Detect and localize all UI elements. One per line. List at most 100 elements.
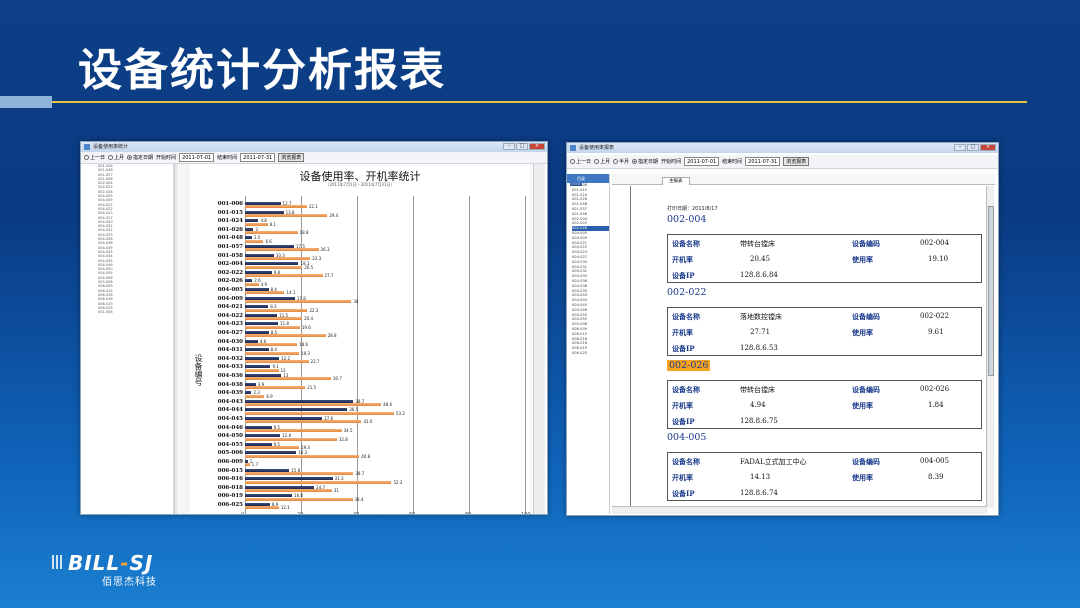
bar-open-rate	[245, 411, 394, 415]
device-ip-value: 128.8.6.84	[740, 271, 778, 279]
data-label: 30.7	[332, 376, 342, 382]
device-code-value: 002-022	[920, 312, 950, 320]
chart-subtitle: （2011年7月1日 - 2011年7月31日）	[325, 182, 395, 187]
slide-title: 设备统计分析报表	[78, 45, 446, 96]
category-label: 001-024	[217, 218, 243, 225]
bar-open-rate	[245, 420, 362, 424]
start-date-field[interactable]: 2011-07-01	[684, 157, 720, 166]
device-name-value: 带转台镗床	[740, 240, 775, 248]
data-label: 41.6	[363, 419, 373, 425]
field-label-use-rate: 使用率	[852, 473, 873, 482]
category-label: 006-025	[217, 502, 243, 508]
option-prev-day[interactable]: 上一日	[84, 154, 105, 161]
browse-report-button[interactable]: 浏览报表	[783, 157, 810, 166]
logo-text-b: SJ	[129, 551, 154, 575]
group-header: 004-005	[667, 432, 707, 443]
field-label-code: 设备编码	[852, 312, 880, 321]
data-label: 19.6	[301, 324, 311, 330]
data-label: 38	[353, 299, 359, 304]
group-header: 002-026	[667, 360, 711, 371]
bar-open-rate	[245, 274, 323, 278]
field-label-ip: 设备IP	[672, 271, 695, 280]
end-date-field[interactable]: 2011-07-31	[240, 153, 276, 162]
option-prev-month[interactable]: 上月	[594, 158, 610, 165]
category-label: 006-009	[217, 459, 243, 465]
gridline	[245, 196, 246, 514]
category-label: 004-033	[217, 364, 243, 371]
option-custom-date[interactable]: 指定日期	[127, 154, 153, 161]
category-label: 001-057	[217, 244, 243, 250]
bar-open-rate	[245, 214, 328, 217]
data-label: 53.2	[395, 410, 405, 416]
close-button[interactable]: ×	[529, 143, 545, 150]
tree-item[interactable]: 006-025	[572, 351, 609, 356]
category-label: 004-005	[217, 287, 243, 293]
bar-open-rate	[245, 239, 264, 243]
app-icon	[84, 144, 90, 150]
chart-area: 设备使用率、开机率统计 （2011年7月1日 - 2011年7月31日） 设备编…	[179, 164, 532, 515]
horizontal-scrollbar[interactable]	[612, 506, 987, 514]
bar-open-rate	[245, 222, 268, 226]
close-button[interactable]: ×	[980, 144, 996, 151]
category-label: 004-044	[217, 407, 243, 414]
bar-open-rate	[245, 472, 354, 475]
category-label: 004-009	[217, 295, 243, 302]
data-label: 34.5	[343, 428, 353, 433]
bar-open-rate	[245, 265, 303, 269]
logo-subtitle: 佰思杰科技	[102, 577, 157, 588]
device-name-value: 带转台镗床	[740, 386, 775, 394]
browse-report-button[interactable]: 浏览报表	[278, 153, 305, 162]
open-rate-value: 20.45	[750, 255, 771, 263]
logo-mark-icon	[52, 555, 64, 569]
tab-main-report[interactable]: 主报表	[662, 177, 690, 185]
device-list[interactable]: 001-026 001-048 001-057 001-058 002-004 002-0…	[96, 164, 174, 514]
category-label: 001-006	[217, 201, 243, 207]
option-custom-date[interactable]: 指定日期	[632, 158, 658, 165]
category-label: 004-038	[217, 381, 243, 388]
option-half-month[interactable]: 半月	[613, 158, 629, 165]
data-label: 22.1	[308, 204, 318, 210]
device-code-value: 002-026	[920, 385, 950, 393]
category-label: 004-036	[217, 373, 243, 379]
scroll-thumb[interactable]	[988, 206, 994, 376]
device-name-value: 落地数控镗床	[740, 313, 782, 321]
minimize-button[interactable]: –	[954, 144, 966, 151]
device-tree[interactable]: 目录 001-006 001-015 001-024 001-026 001-048 00…	[567, 174, 610, 514]
end-date-field[interactable]: 2011-07-31	[745, 157, 781, 166]
data-label: 6.9	[266, 393, 273, 399]
option-prev-day[interactable]: 上一日	[570, 158, 591, 165]
maximize-button[interactable]: □	[967, 144, 979, 151]
data-label: 52.3	[393, 479, 403, 485]
device-code-value: 004-005	[920, 457, 950, 465]
field-label-name: 设备名称	[672, 312, 700, 321]
report-page: 打印日期：2011/8/17 002-004 设备名称 带转台镗床 设备编码 002-0…	[630, 186, 993, 508]
bar-open-rate	[245, 489, 332, 493]
maximize-button[interactable]: □	[516, 143, 528, 150]
device-list-item[interactable]: 001-006	[98, 310, 173, 314]
filter-toolbar: 上一日 上月 半月 指定日期 开始时间 2011-07-01 结束时间 2011…	[567, 155, 998, 169]
vertical-scrollbar[interactable]	[986, 186, 994, 508]
field-label-use-rate: 使用率	[852, 401, 873, 410]
field-label-code: 设备编码	[852, 457, 880, 466]
usage-report-window: 设备使用率报表 – □ × 上一日 上月 半月 指定日期 开始时间 2011-0…	[566, 142, 999, 516]
minimize-button[interactable]: –	[503, 143, 515, 150]
bar-open-rate	[245, 437, 337, 441]
field-label-name: 设备名称	[672, 457, 700, 466]
data-label: 38.7	[355, 471, 365, 476]
x-tick-label: 0	[241, 512, 245, 515]
field-label-ip: 设备IP	[672, 417, 695, 426]
start-date-field[interactable]: 2011-07-01	[179, 153, 215, 162]
bar-open-rate	[245, 386, 306, 389]
bar-open-rate	[245, 325, 300, 329]
option-prev-month[interactable]: 上月	[108, 154, 124, 161]
open-rate-value: 27.71	[750, 328, 771, 336]
data-label: 18.6	[299, 342, 308, 347]
open-rate-value: 14.13	[750, 473, 771, 481]
bar-open-rate	[245, 257, 311, 260]
splitter[interactable]	[174, 164, 178, 514]
field-label-code: 设备编码	[852, 239, 880, 248]
window-titlebar: 设备使用率统计 – □ ×	[81, 142, 547, 152]
vertical-scrollbar[interactable]	[533, 164, 545, 514]
device-record-card: 设备名称 带转台镗床 设备编码 002-026 开机率 4.94 使用率 1.84 设备IP 12…	[667, 380, 982, 429]
use-rate-value: 9.61	[928, 328, 944, 336]
